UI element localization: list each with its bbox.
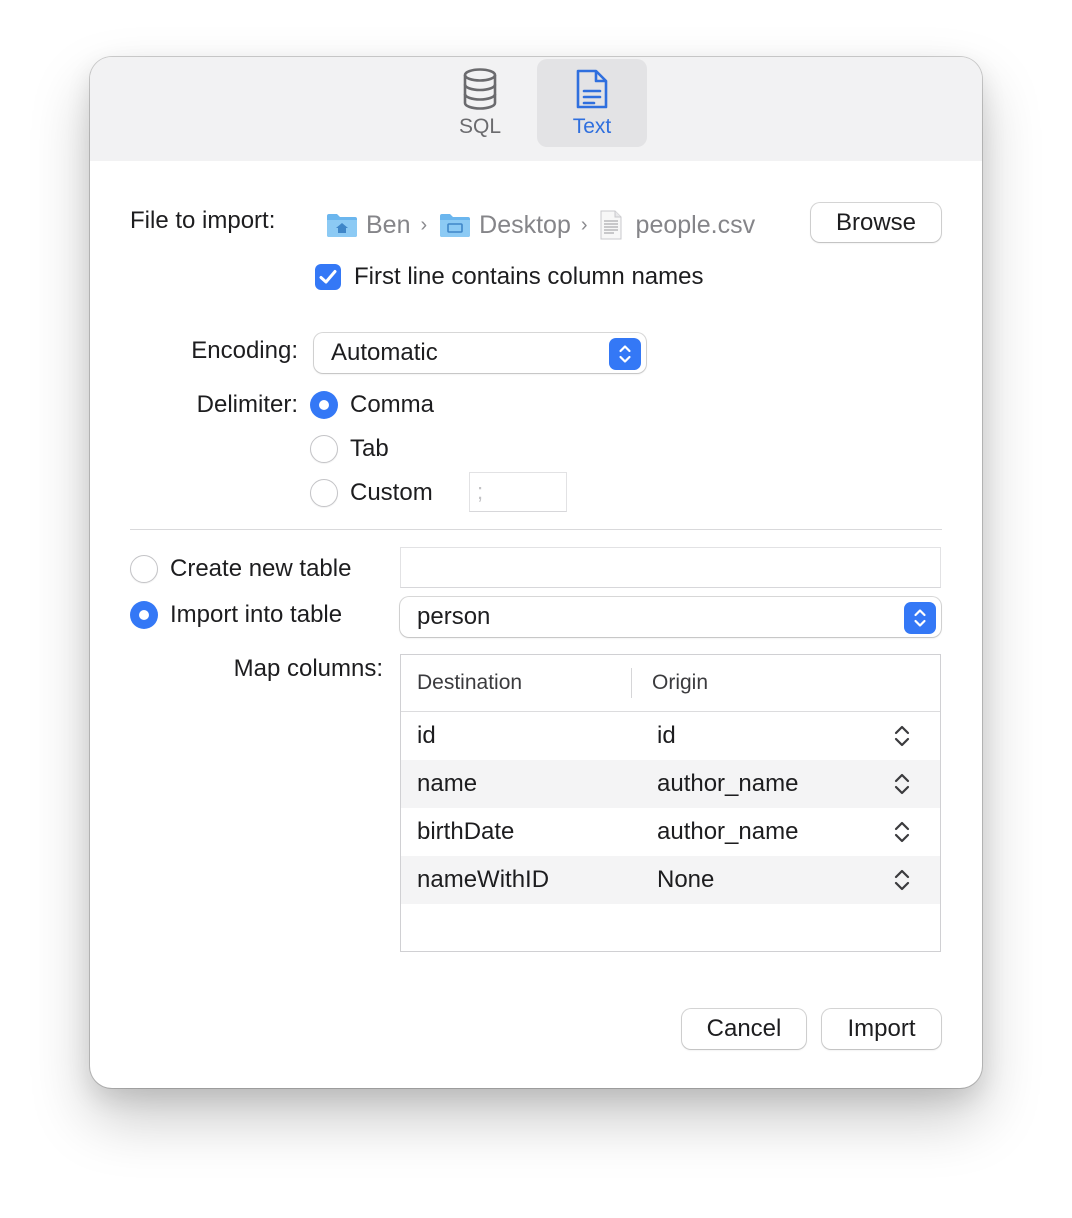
toolbar: SQL Text xyxy=(90,57,982,161)
encoding-label: Encoding: xyxy=(191,337,298,364)
file-to-import-label: File to import: xyxy=(130,207,276,234)
browse-button[interactable]: Browse xyxy=(811,203,941,242)
tab-text[interactable]: Text xyxy=(537,59,647,147)
origin-cell[interactable]: None xyxy=(657,856,714,904)
table-row[interactable]: nameWithID None xyxy=(401,856,940,904)
breadcrumb-label-desktop: Desktop xyxy=(479,210,571,239)
radio-custom-label[interactable]: Custom xyxy=(350,479,433,507)
new-table-name-field[interactable] xyxy=(400,547,941,588)
section-divider xyxy=(130,529,942,530)
radio-custom[interactable] xyxy=(310,479,338,507)
cancel-button[interactable]: Cancel xyxy=(682,1009,806,1049)
breadcrumb-item-ben[interactable]: Ben xyxy=(326,211,410,240)
breadcrumb-item-desktop[interactable]: Desktop xyxy=(439,211,571,240)
delimiter-label: Delimiter: xyxy=(196,391,298,418)
column-separator xyxy=(631,668,632,698)
radio-tab-label[interactable]: Tab xyxy=(350,435,389,463)
custom-delimiter-placeholder: ; xyxy=(477,479,484,504)
origin-cell[interactable]: id xyxy=(657,712,676,760)
chevron-right-icon: › xyxy=(420,213,428,236)
tab-sql-label: SQL xyxy=(458,115,502,138)
origin-cell[interactable]: author_name xyxy=(657,808,798,856)
column-header-origin[interactable]: Origin xyxy=(652,655,708,711)
tab-sql[interactable]: SQL xyxy=(425,59,535,147)
csv-file-icon xyxy=(600,210,622,240)
breadcrumb-label-ben: Ben xyxy=(366,210,411,239)
updown-chevron-icon[interactable] xyxy=(892,724,912,748)
breadcrumb-item-file[interactable]: people.csv xyxy=(600,210,756,240)
encoding-select[interactable]: Automatic xyxy=(314,333,646,373)
destination-cell: id xyxy=(417,722,436,749)
import-into-table-label[interactable]: Import into table xyxy=(170,601,342,629)
origin-cell[interactable]: author_name xyxy=(657,760,798,808)
encoding-value: Automatic xyxy=(331,339,438,366)
file-path-breadcrumb[interactable]: Ben › Desktop › people.csv xyxy=(326,205,755,245)
desktop-folder-icon xyxy=(440,214,471,237)
updown-chevron-icon[interactable] xyxy=(892,868,912,892)
destination-cell: birthDate xyxy=(417,818,515,845)
tab-text-label: Text xyxy=(572,115,612,138)
radio-comma[interactable] xyxy=(310,391,338,419)
home-folder-icon xyxy=(327,214,357,237)
updown-chevron-icon[interactable] xyxy=(892,820,912,844)
destination-cell: nameWithID xyxy=(417,866,550,893)
custom-delimiter-field[interactable]: ; xyxy=(469,472,567,512)
column-header-destination[interactable]: Destination xyxy=(417,655,522,711)
import-button[interactable]: Import xyxy=(822,1009,941,1049)
document-icon xyxy=(576,69,608,109)
radio-comma-label[interactable]: Comma xyxy=(350,391,434,419)
table-row[interactable]: birthDate author_name xyxy=(401,808,940,856)
updown-chevron-icon xyxy=(904,602,936,634)
database-icon xyxy=(463,68,497,110)
radio-import-into-table[interactable] xyxy=(130,601,158,629)
table-header: Destination Origin xyxy=(401,655,940,712)
import-table-value: person xyxy=(417,603,491,630)
checkmark-icon xyxy=(319,270,337,284)
table-row[interactable]: id id xyxy=(401,712,940,760)
map-columns-table: Destination Origin id id name author_nam… xyxy=(400,654,941,952)
first-line-checkbox[interactable] xyxy=(315,264,341,290)
breadcrumb-label-file: people.csv xyxy=(635,210,756,239)
import-dialog: SQL Text File to import: Ben › Desktop ›… xyxy=(90,57,982,1088)
map-columns-label: Map columns: xyxy=(233,655,383,682)
table-row[interactable]: name author_name xyxy=(401,760,940,808)
radio-tab[interactable] xyxy=(310,435,338,463)
import-table-select[interactable]: person xyxy=(400,597,941,637)
destination-cell: name xyxy=(417,770,478,797)
create-new-table-label[interactable]: Create new table xyxy=(170,555,351,583)
updown-chevron-icon[interactable] xyxy=(892,772,912,796)
chevron-right-icon: › xyxy=(580,213,588,236)
radio-create-new-table[interactable] xyxy=(130,555,158,583)
updown-chevron-icon xyxy=(609,338,641,370)
first-line-label[interactable]: First line contains column names xyxy=(354,263,703,291)
